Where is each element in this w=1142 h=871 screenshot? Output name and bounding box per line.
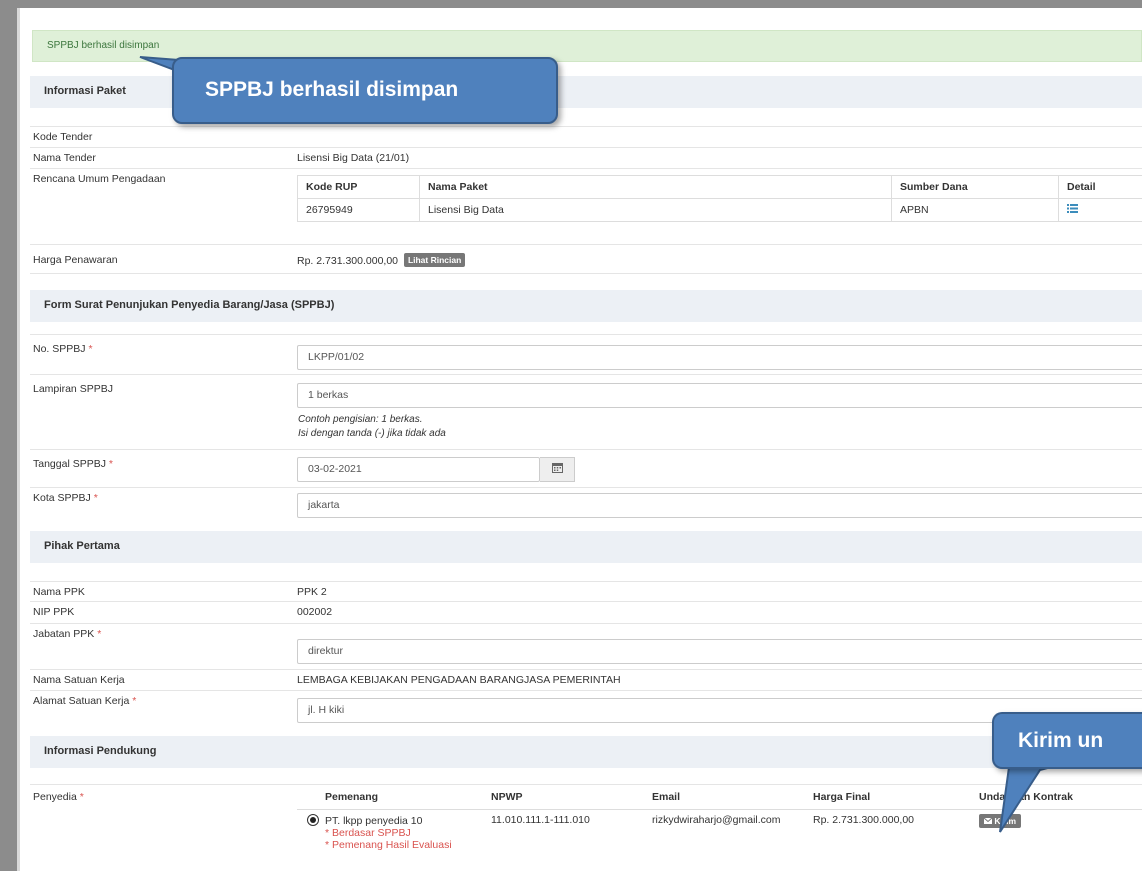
kode-tender-label: Kode Tender [33,131,93,143]
rup-nama: Lisensi Big Data [419,198,892,222]
jabatan-input[interactable]: direktur [297,639,1142,664]
list-icon[interactable] [1067,204,1078,216]
row-satuan-kerja: Nama Satuan Kerja LEMBAGA KEBIJAKAN PENG… [30,669,1142,690]
section-informasi-pendukung: Informasi Pendukung [30,736,1142,768]
lampiran-hint-1: Contoh pengisian: 1 berkas. [298,414,423,425]
row-penyedia: Penyedia * Pemenang NPWP Email Harga Fin… [30,784,1142,871]
kirim-button[interactable]: Kirim [979,814,1022,828]
section-title: Informasi Paket [44,85,126,97]
harga-value: Rp. 2.731.300.000,00 [297,255,399,267]
penyedia-table: Pemenang NPWP Email Harga Final Undangan… [297,785,1142,855]
lihat-rincian-button[interactable]: Lihat Rincian [403,253,466,267]
header-undangan-kontrak: Undangan Kontrak [971,785,1142,810]
penyedia-label: Penyedia * [33,791,84,803]
pemenang-radio[interactable] [307,814,319,826]
envelope-icon [983,817,993,824]
satuan-label: Nama Satuan Kerja [33,674,125,686]
row-harga-penawaran: Harga Penawaran Rp. 2.731.300.000,00 Lih… [30,244,1142,274]
pemenang-cell: PT. lkpp penyedia 10 * Berdasar SPPBJ * … [297,810,483,856]
kota-input[interactable]: jakarta [297,493,1142,518]
jabatan-label: Jabatan PPK * [33,628,102,640]
section-title: Pihak Pertama [44,540,120,552]
rup-kode: 26795949 [297,198,420,222]
email-cell: rizkydwiraharjo@gmail.com [652,814,781,826]
section-title: Informasi Pendukung [44,745,157,757]
rup-sumber: APBN [891,198,1059,222]
header-harga-final: Harga Final [805,785,971,810]
pemenang-name: PT. lkpp penyedia 10 [325,815,423,827]
nama-tender-label: Nama Tender [33,152,96,164]
rup-header-nama: Nama Paket [419,175,892,199]
harga-final-cell: Rp. 2.731.300.000,00 [813,814,915,826]
header-npwp: NPWP [483,785,644,810]
tanggal-label: Tanggal SPPBJ * [33,458,113,470]
row-jabatan: Jabatan PPK * direktur [30,623,1142,669]
row-tanggal: Tanggal SPPBJ * 03-02-2021 [30,449,1142,487]
satuan-value: LEMBAGA KEBIJAKAN PENGADAAN BARANGJASA P… [297,674,621,686]
callout-bottom-text: Kirim un [1018,729,1104,752]
header-email: Email [644,785,805,810]
harga-value-wrap: Rp. 2.731.300.000,00 Lihat Rincian [297,253,466,267]
nip-value: 002002 [297,606,333,618]
rup-detail-cell [1058,198,1142,222]
kota-label: Kota SPPBJ * [33,492,98,504]
rup-header-detail: Detail [1058,175,1142,199]
row-lampiran: Lampiran SPPBJ 1 berkas Contoh pengisian… [30,374,1142,449]
window-frame-top [0,0,1142,8]
section-title: Form Surat Penunjukan Penyedia Barang/Ja… [44,299,335,311]
lampiran-input[interactable]: 1 berkas [297,383,1142,408]
section-pihak-pertama: Pihak Pertama [30,531,1142,563]
nama-tender-value: Lisensi Big Data (21/01) [297,152,410,164]
row-rup: Rencana Umum Pengadaan Kode RUP Nama Pak… [30,168,1142,244]
kirim-cell: Kirim [971,810,1142,856]
row-alamat: Alamat Satuan Kerja * jl. H kiki [30,690,1142,726]
row-kota: Kota SPPBJ * jakarta [30,487,1142,531]
tanggal-input[interactable]: 03-02-2021 [297,457,540,482]
page-content: SPPBJ berhasil disimpan Informasi Paket … [20,8,1142,871]
npwp-cell: 11.010.111.1-111.010 [491,814,590,826]
window-frame-left [0,0,17,871]
table-row: 26795949 Lisensi Big Data APBN [297,198,1142,222]
harga-label: Harga Penawaran [33,254,118,266]
note-pemenang-hasil-evaluasi: * Pemenang Hasil Evaluasi [325,839,452,851]
success-alert-text: SPPBJ berhasil disimpan [47,40,160,51]
calendar-icon[interactable] [540,457,575,482]
alamat-label: Alamat Satuan Kerja * [33,695,137,707]
row-kode-tender: Kode Tender [30,126,1142,147]
rup-header-sumber: Sumber Dana [891,175,1059,199]
nip-label: NIP PPK [33,606,75,618]
nama-ppk-value: PPK 2 [297,586,327,598]
row-nama-tender: Nama Tender Lisensi Big Data (21/01) [30,147,1142,168]
callout-top: SPPBJ berhasil disimpan [172,57,558,124]
rup-label: Rencana Umum Pengadaan [33,173,166,185]
section-form-sppbj: Form Surat Penunjukan Penyedia Barang/Ja… [30,290,1142,322]
nama-ppk-label: Nama PPK [33,586,85,598]
no-sppbj-label: No. SPPBJ * [33,343,93,355]
rup-table-header: Kode RUP Nama Paket Sumber Dana Detail [297,175,1142,199]
row-nama-ppk: Nama PPK PPK 2 [30,581,1142,601]
table-row: PT. lkpp penyedia 10 * Berdasar SPPBJ * … [297,810,1142,856]
header-pemenang: Pemenang [297,785,483,810]
no-sppbj-input[interactable]: LKPP/01/02 [297,345,1142,370]
rup-header-kode: Kode RUP [297,175,420,199]
row-nip-ppk: NIP PPK 002002 [30,601,1142,623]
lampiran-label: Lampiran SPPBJ [33,383,113,395]
note-berdasar-sppbj: * Berdasar SPPBJ [325,827,411,839]
penyedia-table-header: Pemenang NPWP Email Harga Final Undangan… [297,785,1142,810]
lampiran-hint-2: Isi dengan tanda (-) jika tidak ada [298,428,446,439]
row-no-sppbj: No. SPPBJ * LKPP/01/02 [30,334,1142,374]
callout-bottom: Kirim un [992,712,1142,769]
callout-top-text: SPPBJ berhasil disimpan [205,78,459,101]
rup-table: Kode RUP Nama Paket Sumber Dana Detail 2… [297,175,1142,222]
